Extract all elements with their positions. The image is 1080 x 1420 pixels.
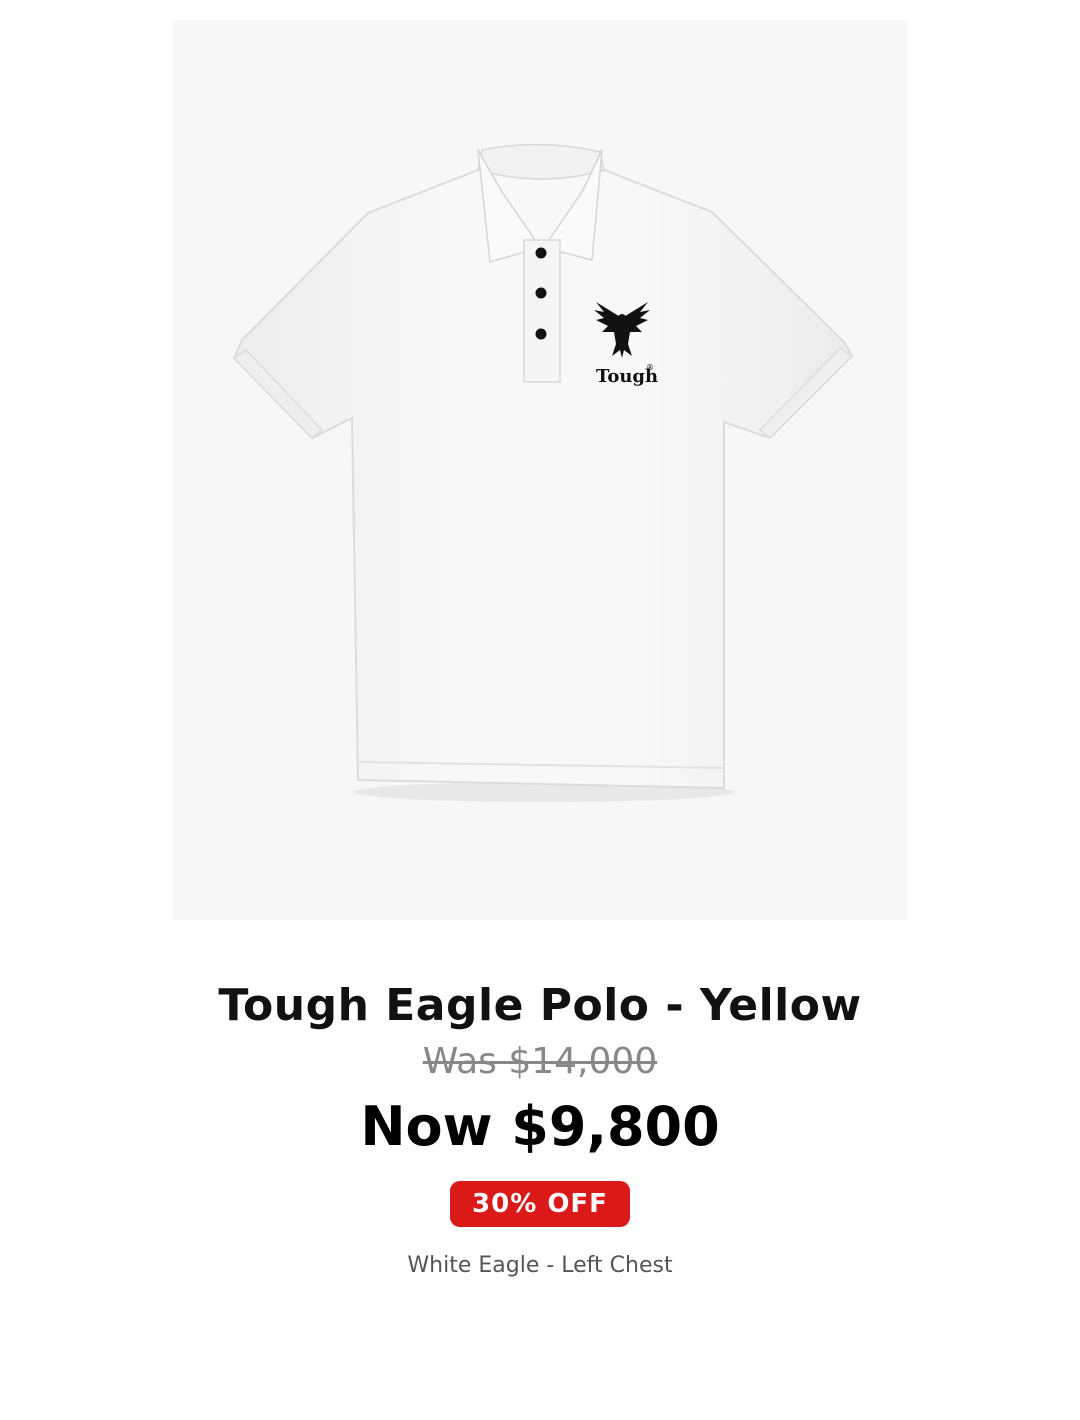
logo-registered-mark: ® [646,363,654,372]
product-title[interactable]: Tough Eagle Polo - Yellow [0,975,1080,1037]
product-info: Tough Eagle Polo - Yellow Was $14,000 No… [0,975,1080,1281]
badge-container: 30% OFF [0,1181,1080,1227]
button-3 [535,328,547,340]
button-1 [535,247,547,259]
product-image[interactable]: Tough ® [172,20,908,920]
button-2 [535,287,547,299]
sale-price: Now $9,800 [360,1095,720,1158]
original-price: Was $14,000 [422,1041,658,1082]
placket [523,239,561,383]
collar-back [477,143,605,180]
discount-badge: 30% OFF [450,1181,630,1227]
variant-description: White Eagle - Left Chest [407,1253,673,1278]
polo-shirt-illustration: Tough ® [232,143,854,802]
